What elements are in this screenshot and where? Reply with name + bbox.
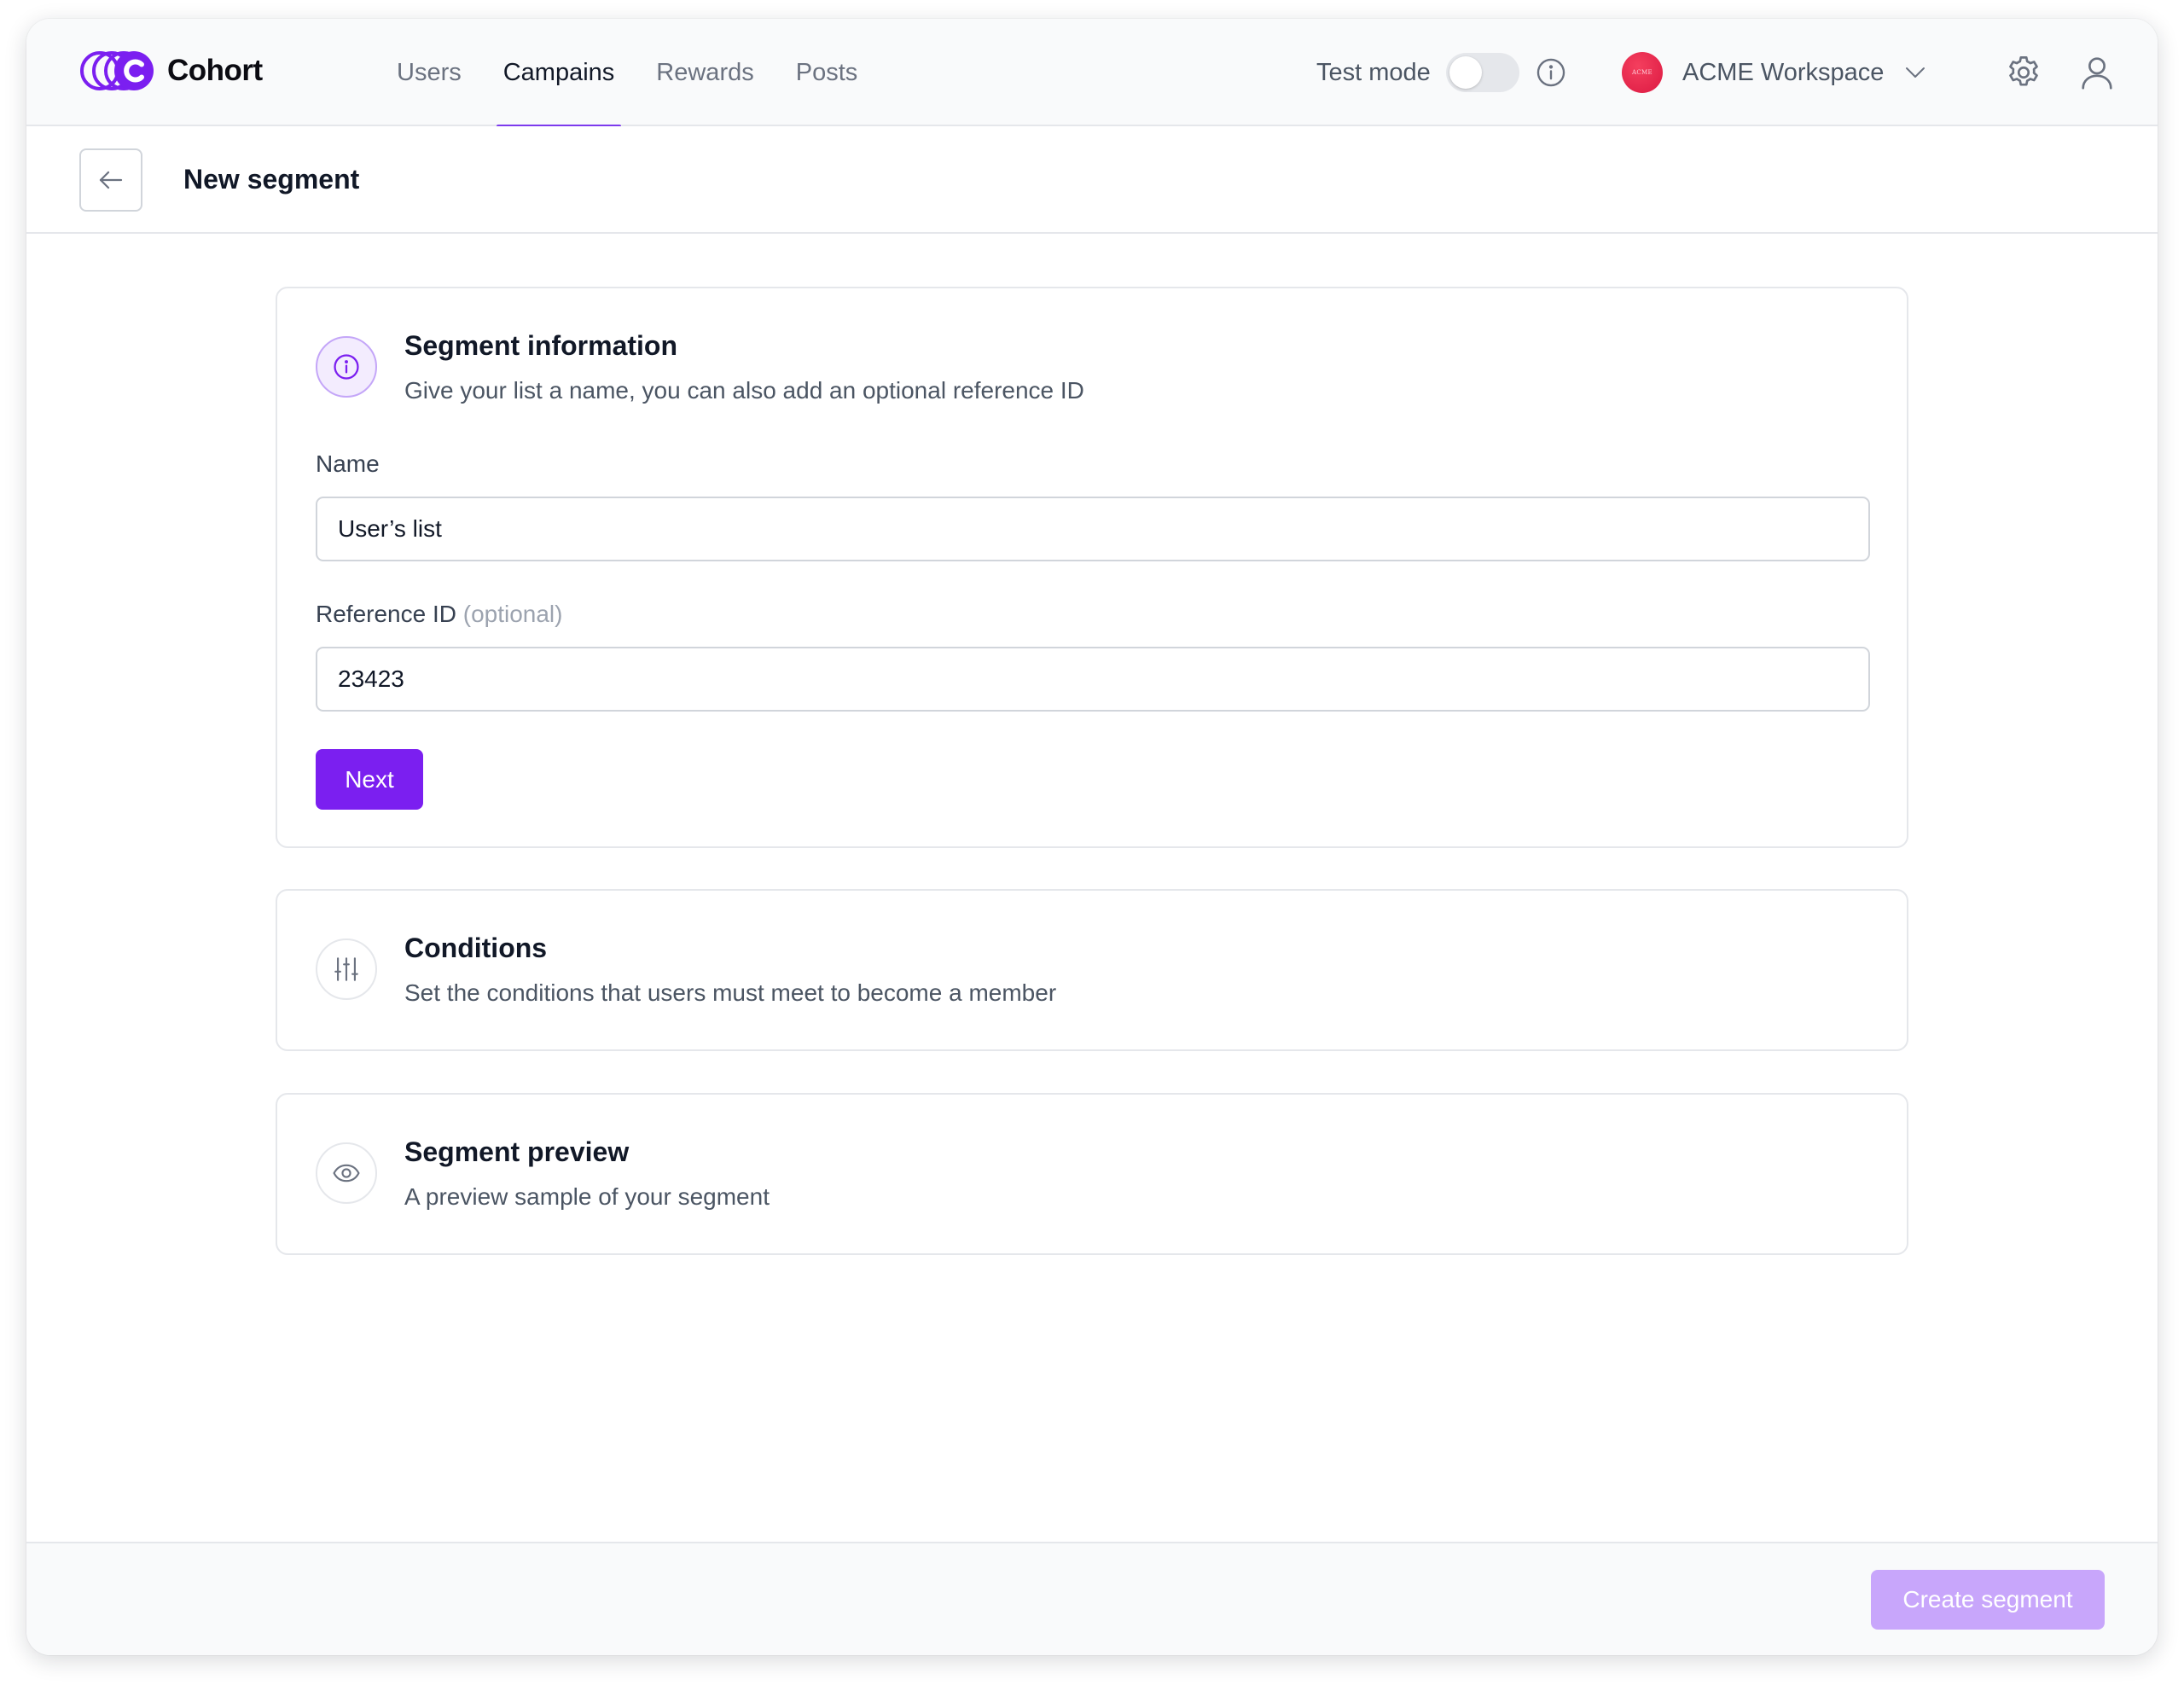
main-nav: Users Campains Rewards Posts <box>376 19 879 128</box>
step-icon-information <box>316 336 377 398</box>
cohort-logo[interactable]: Cohort <box>80 51 263 90</box>
gear-icon <box>2009 56 2038 86</box>
segment-information-card: Segment information Give your list a nam… <box>276 287 1908 848</box>
page-footer: Create segment <box>26 1542 2158 1655</box>
page-title: New segment <box>183 164 360 195</box>
app-window: Cohort Users Campains Rewards Posts Test… <box>26 19 2158 1655</box>
info-icon[interactable] <box>1535 56 1567 89</box>
name-input[interactable] <box>316 497 1870 561</box>
test-mode-control: Test mode <box>1316 53 1567 92</box>
sliders-icon <box>334 957 358 981</box>
segment-information-title: Segment information <box>404 330 678 361</box>
toggle-knob <box>1449 56 1482 89</box>
workspace-switcher[interactable]: ACME ACME Workspace <box>1622 52 1928 93</box>
test-mode-toggle[interactable] <box>1445 53 1519 92</box>
nav-tab-campains[interactable]: Campains <box>483 19 636 128</box>
nav-tab-rewards[interactable]: Rewards <box>636 19 774 126</box>
conditions-description: Set the conditions that users must meet … <box>404 979 1057 1006</box>
conditions-title: Conditions <box>404 933 548 963</box>
workspace-avatar: ACME <box>1622 52 1663 93</box>
workspace-avatar-text: ACME <box>1632 69 1653 76</box>
step-icon-conditions <box>316 938 377 1000</box>
reference-id-label: Reference ID (optional) <box>316 601 562 628</box>
cohort-logo-icon <box>80 51 154 90</box>
create-segment-button[interactable]: Create segment <box>1871 1570 2105 1630</box>
settings-button[interactable] <box>2004 53 2043 92</box>
user-icon <box>2082 57 2112 90</box>
back-button[interactable] <box>79 148 142 212</box>
name-label: Name <box>316 450 380 477</box>
optional-hint: (optional) <box>462 601 563 627</box>
segment-preview-card: Segment preview A preview sample of your… <box>276 1093 1908 1255</box>
info-icon <box>334 354 359 380</box>
segment-preview-title: Segment preview <box>404 1136 630 1167</box>
profile-button[interactable] <box>2077 53 2117 92</box>
step-icon-preview <box>316 1142 377 1204</box>
conditions-card: Conditions Set the conditions that users… <box>276 889 1908 1051</box>
segment-preview-description: A preview sample of your segment <box>404 1183 770 1210</box>
page-header: New segment <box>26 126 2158 234</box>
reference-id-input[interactable] <box>316 647 1870 712</box>
reference-id-label-text: Reference ID <box>316 601 456 627</box>
arrow-left-icon <box>99 171 123 189</box>
test-mode-label: Test mode <box>1316 58 1431 86</box>
workspace-name: ACME Workspace <box>1682 58 1885 86</box>
app-name: Cohort <box>167 54 263 87</box>
nav-tab-users[interactable]: Users <box>376 19 482 126</box>
top-navigation-bar: Cohort Users Campains Rewards Posts Test… <box>26 19 2158 128</box>
eye-icon <box>333 1164 360 1183</box>
segment-information-description: Give your list a name, you can also add … <box>404 377 1084 404</box>
chevron-down-icon <box>1906 67 1926 78</box>
nav-tab-posts[interactable]: Posts <box>775 19 879 126</box>
next-button[interactable]: Next <box>316 749 423 810</box>
